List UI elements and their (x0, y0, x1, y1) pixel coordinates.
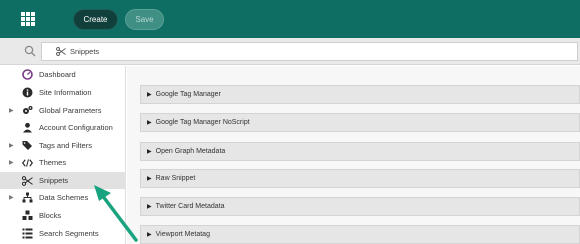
sidebar-item-themes[interactable]: ▶ Themes (0, 154, 126, 171)
panel-title: Twitter Card Metadata (155, 203, 225, 210)
panel-google-tag-manager-noscript[interactable]: ▶ Google Tag Manager NoScript (140, 113, 580, 132)
sidebar-item-label: Blocks (39, 211, 62, 220)
sidebar-item-global-parameters[interactable]: ▶ Global Parameters (0, 102, 126, 119)
search-bar: Snippets (0, 38, 580, 65)
caret-right-icon: ▶ (147, 120, 152, 126)
gears-icon (22, 105, 33, 116)
scissors-icon (56, 47, 66, 56)
caret-right-icon: ▶ (147, 92, 152, 98)
caret-right-icon: ▶ (147, 204, 152, 210)
sidebar-item-blocks[interactable]: Blocks (0, 207, 126, 224)
sidebar-item-tags-and-filters[interactable]: ▶ Tags and Filters (0, 137, 126, 154)
sidebar-item-account-configuration[interactable]: Account Configuration (0, 119, 126, 136)
tags-icon (22, 140, 33, 151)
sidebar-item-label: Dashboard (39, 70, 76, 79)
scissors-icon (22, 175, 33, 186)
sidebar-item-label: Themes (39, 158, 67, 167)
chevron-right-icon[interactable]: ▶ (9, 159, 14, 166)
sidebar-item-label: Tags and Filters (39, 141, 92, 150)
panel-viewport-metatag[interactable]: ▶ Viewport Metatag (140, 225, 580, 244)
cubes-icon (22, 210, 33, 221)
sidebar-item-label: Account Configuration (39, 123, 113, 132)
sidebar: Dashboard Site Information ▶ Global Para… (0, 66, 126, 244)
chevron-right-icon[interactable]: ▶ (9, 142, 14, 149)
panel-twitter-card-metadata[interactable]: ▶ Twitter Card Metadata (140, 197, 580, 216)
save-button[interactable]: Save (125, 9, 164, 30)
panel-title: Google Tag Manager (155, 91, 221, 98)
dashboard-icon (22, 69, 33, 80)
search-icon[interactable] (24, 45, 36, 57)
sidebar-item-label: Data Schemes (39, 193, 89, 202)
sidebar-item-snippets[interactable]: Snippets (0, 172, 126, 189)
panel-open-graph-metadata[interactable]: ▶ Open Graph Metadata (140, 142, 580, 161)
create-button[interactable]: Create (73, 9, 118, 30)
sidebar-item-label: Global Parameters (39, 106, 102, 115)
sidebar-item-site-information[interactable]: Site Information (0, 84, 126, 101)
sidebar-item-label: Snippets (39, 176, 69, 185)
sidebar-item-search-segments[interactable]: Search Segments (0, 225, 126, 242)
panel-google-tag-manager[interactable]: ▶ Google Tag Manager (140, 85, 580, 104)
caret-right-icon: ▶ (147, 176, 152, 182)
panel-title: Google Tag Manager NoScript (155, 119, 250, 126)
chevron-right-icon[interactable]: ▶ (9, 107, 14, 114)
code-icon (22, 157, 33, 168)
list-icon (22, 228, 33, 239)
sitemap-icon (22, 192, 33, 203)
breadcrumb: Snippets (41, 42, 578, 61)
sidebar-item-label: Search Segments (39, 229, 99, 238)
panel-raw-snippet[interactable]: ▶ Raw Snippet (140, 169, 580, 188)
panel-title: Open Graph Metadata (155, 148, 226, 155)
panel-title: Raw Snippet (155, 175, 196, 182)
top-bar: Create Save (0, 0, 580, 38)
main-content: ▶ Google Tag Manager ▶ Google Tag Manage… (127, 66, 580, 244)
sidebar-item-dashboard[interactable]: Dashboard (0, 66, 126, 83)
app-grid-icon[interactable] (21, 12, 35, 26)
panel-title: Viewport Metatag (155, 231, 210, 238)
info-icon (22, 87, 33, 98)
caret-right-icon: ▶ (147, 149, 152, 155)
user-icon (22, 122, 33, 133)
breadcrumb-label: Snippets (70, 47, 100, 56)
sidebar-item-label: Site Information (39, 88, 92, 97)
chevron-right-icon[interactable]: ▶ (9, 194, 14, 201)
sidebar-item-data-schemes[interactable]: ▶ Data Schemes (0, 189, 126, 206)
caret-right-icon: ▶ (147, 232, 152, 238)
